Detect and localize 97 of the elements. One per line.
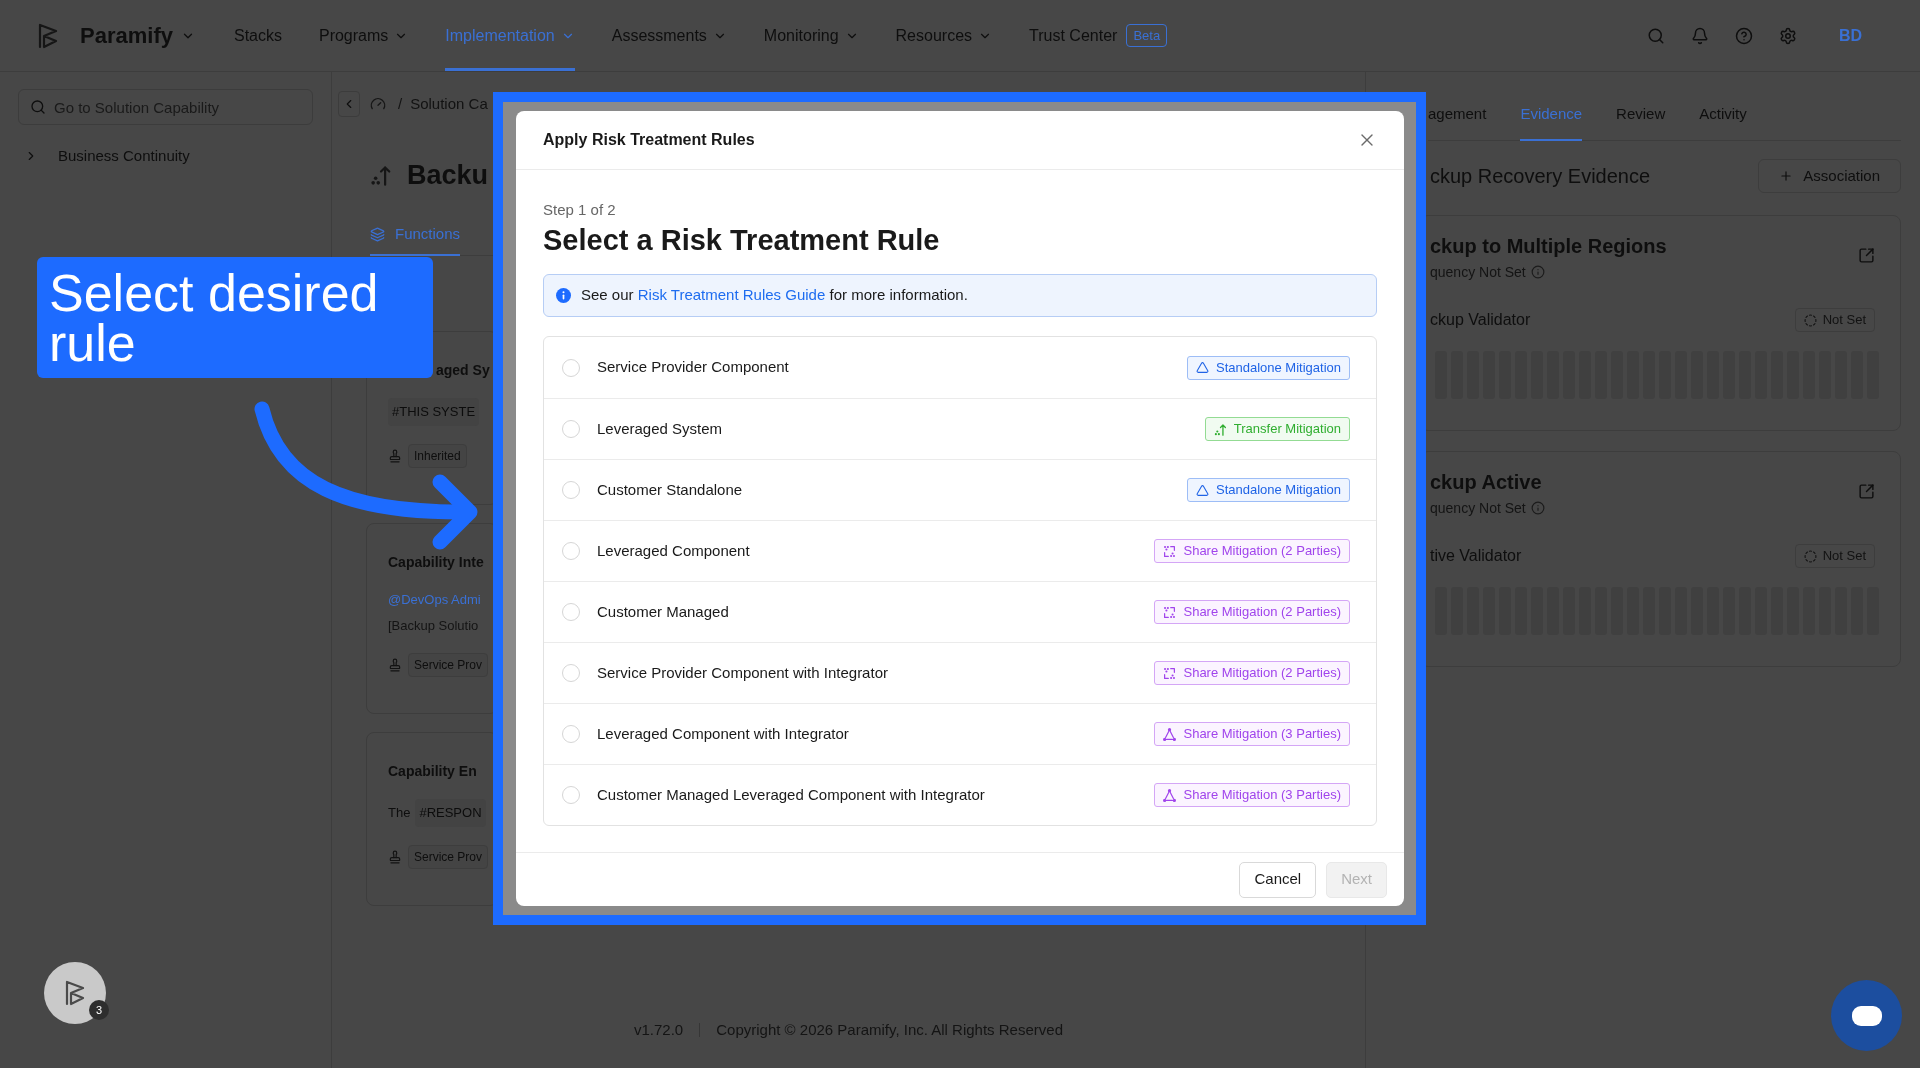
rule-label: Leveraged Component with Integrator: [597, 723, 849, 744]
rule-label: Customer Managed: [597, 601, 729, 622]
nav-item[interactable]: Implementation: [445, 0, 575, 71]
tab[interactable]: Evidence: [1520, 90, 1583, 141]
card-title: aged Sy: [436, 361, 490, 380]
evidence-title: ckup Active: [1430, 470, 1543, 495]
nav-item[interactable]: Trust Center: [1029, 0, 1118, 71]
triangle-icon: [1195, 361, 1209, 374]
validator-name: tive Validator: [1430, 546, 1522, 566]
tab[interactable]: Review: [1616, 90, 1666, 141]
treatment-badge: Share Mitigation (2 Parties): [1154, 539, 1350, 563]
dots-arrow-icon: [1213, 422, 1227, 436]
tab[interactable]: Activity: [1699, 90, 1747, 141]
callout-label: Select desired rule: [37, 257, 433, 378]
notifications-button[interactable]: [1690, 26, 1709, 45]
plus-icon: [1779, 169, 1794, 183]
nav-item[interactable]: Programs: [318, 0, 409, 71]
search-icon: [1646, 26, 1665, 45]
triangle-nodes-icon: [1163, 727, 1177, 741]
collapse-button[interactable]: [338, 91, 360, 117]
guide-link[interactable]: Risk Treatment Rules Guide: [637, 286, 826, 304]
rule-label: Leveraged Component: [597, 540, 750, 561]
association-button[interactable]: Association: [1758, 159, 1901, 193]
treatment-badge: Share Mitigation (3 Parties): [1154, 722, 1350, 746]
beta-badge: Beta: [1126, 23, 1168, 48]
nav-item[interactable]: Resources: [895, 0, 993, 71]
radio-button[interactable]: [562, 725, 580, 743]
radio-button[interactable]: [562, 603, 580, 621]
external-link-icon[interactable]: [1858, 483, 1875, 500]
radio-button[interactable]: [562, 420, 580, 438]
radio-button[interactable]: [562, 786, 580, 804]
treatment-badge: Share Mitigation (3 Parties): [1154, 783, 1350, 807]
section-title: ckup Recovery Evidence: [1430, 164, 1651, 189]
card-title: Capability Inte: [388, 553, 484, 572]
stamp-icon: [388, 850, 402, 864]
treatment-badge: Standalone Mitigation: [1186, 478, 1350, 502]
user-avatar[interactable]: BD: [1838, 23, 1862, 48]
hashtag-tag: #RESPON: [415, 799, 486, 827]
evidence-title: ckup to Multiple Regions: [1430, 234, 1667, 259]
cancel-button[interactable]: Cancel: [1239, 861, 1317, 898]
workspace-button[interactable]: Paramify: [80, 19, 195, 52]
tree-item[interactable]: Business Continuity: [18, 144, 313, 168]
info-icon: [1530, 501, 1545, 515]
logo-icon: [65, 980, 85, 1006]
radio-button[interactable]: [562, 358, 580, 377]
treatment-badge: Share Mitigation (2 Parties): [1154, 600, 1350, 624]
stamp-icon: [388, 658, 402, 672]
treatment-badge: Transfer Mitigation: [1204, 417, 1350, 441]
hashtag-tag: #THIS SYSTE: [388, 398, 480, 426]
radio-button[interactable]: [562, 664, 580, 682]
chat-bubble-icon: [1851, 1005, 1882, 1026]
treatment-badge: Standalone Mitigation: [1186, 355, 1350, 380]
settings-icon: [1778, 26, 1797, 45]
search-button[interactable]: [1646, 26, 1665, 45]
dots-corners-icon: [1163, 544, 1177, 558]
radio-button[interactable]: [562, 481, 580, 499]
bell-icon: [1690, 26, 1709, 45]
radio-button[interactable]: [562, 542, 580, 560]
triangle-icon: [1195, 483, 1209, 497]
dots-corners-icon: [1163, 605, 1177, 619]
notification-count: 3: [89, 1000, 109, 1020]
stamp-icon: [388, 449, 402, 463]
triangle-nodes-icon: [1163, 788, 1177, 802]
dashed-circle-icon: [1803, 549, 1817, 563]
help-button[interactable]: [1734, 26, 1753, 45]
info-text: See our Risk Treatment Rules Guide for more information.: [581, 285, 968, 306]
help-icon: [1734, 26, 1753, 45]
gauge-icon: [370, 96, 386, 112]
page-title: Backu: [407, 158, 489, 192]
step-text: Step 1 of 2: [543, 200, 617, 220]
dialog-title: Apply Risk Treatment Rules: [543, 130, 755, 150]
breadcrumb-separator: /: [398, 93, 403, 114]
rule-label: Service Provider Component: [597, 357, 789, 378]
validator-name: ckup Validator: [1430, 310, 1531, 330]
info-icon: [556, 288, 571, 303]
info-icon: [1530, 265, 1545, 279]
mention-link[interactable]: @DevOps Admi: [388, 590, 481, 610]
layers-icon: [370, 226, 385, 242]
dots-corners-icon: [1163, 666, 1177, 680]
nav-item[interactable]: Assessments: [611, 0, 727, 71]
dashed-circle-icon: [1803, 313, 1817, 327]
settings-button[interactable]: [1778, 26, 1797, 45]
card-text: The: [388, 804, 411, 823]
rule-label: Service Provider Component with Integrator: [597, 662, 888, 683]
dialog-heading: Select a Risk Treatment Rule: [543, 223, 941, 258]
treatment-badge: Share Mitigation (2 Parties): [1154, 661, 1350, 685]
nav-item[interactable]: Stacks: [233, 0, 282, 71]
external-link-icon[interactable]: [1858, 247, 1875, 264]
logo-icon: [38, 22, 58, 49]
search-icon: [30, 99, 46, 115]
rule-label: Leveraged System: [597, 418, 723, 439]
tab[interactable]: agement: [1428, 90, 1487, 141]
rule-label: Customer Managed Leveraged Component with Integrator: [597, 784, 985, 805]
rule-label: Customer Standalone: [597, 479, 743, 500]
dots-arrow-icon: [370, 164, 392, 186]
nav-item[interactable]: Monitoring: [763, 0, 859, 71]
card-title: Capability En: [388, 762, 477, 781]
